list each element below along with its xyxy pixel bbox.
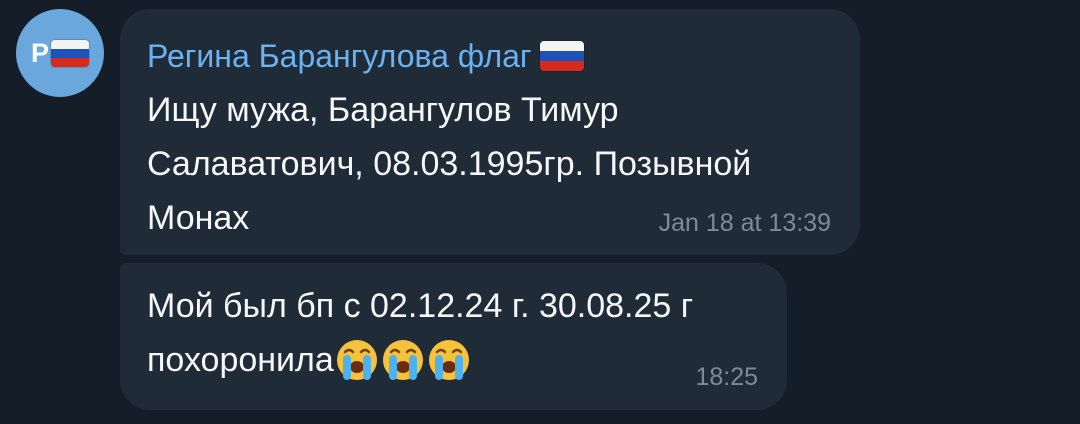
message-line: Мой был бп с 02.12.24 г. 30.08.25 г xyxy=(147,287,694,325)
loudly-crying-face-icon xyxy=(336,340,377,380)
sender-name-text: Регина Барангулова флаг xyxy=(147,38,532,74)
message-line-text: похоронила xyxy=(147,341,334,379)
avatar-content: Р xyxy=(31,38,89,69)
avatar-initial: Р xyxy=(30,37,49,68)
message-bubble[interactable]: Регина Барангулова флаг Ищу мужа, Баранг… xyxy=(120,9,860,255)
loudly-crying-face-icon xyxy=(428,340,469,380)
message-time: 18:25 xyxy=(695,363,758,391)
chat-view: Р Регина Барангулова флаг Ищу мужа, Бара… xyxy=(0,0,1080,424)
message-time: Jan 18 at 13:39 xyxy=(658,209,831,237)
message-line: похоронила xyxy=(147,333,693,387)
loudly-crying-face-icon xyxy=(382,340,423,380)
russian-flag-icon xyxy=(51,39,89,67)
sender-name[interactable]: Регина Барангулова флаг xyxy=(147,36,584,76)
russian-flag-icon xyxy=(539,41,584,71)
message-line: Салаватович, 08.03.1995гр. Позывной xyxy=(147,145,752,183)
message-line: Ищу мужа, Барангулов Тимур xyxy=(147,91,619,129)
avatar[interactable]: Р xyxy=(16,9,104,97)
message-text: Мой был бп с 02.12.24 г. 30.08.25 г похо… xyxy=(147,279,693,387)
message-bubble[interactable]: Мой был бп с 02.12.24 г. 30.08.25 г похо… xyxy=(120,263,787,410)
